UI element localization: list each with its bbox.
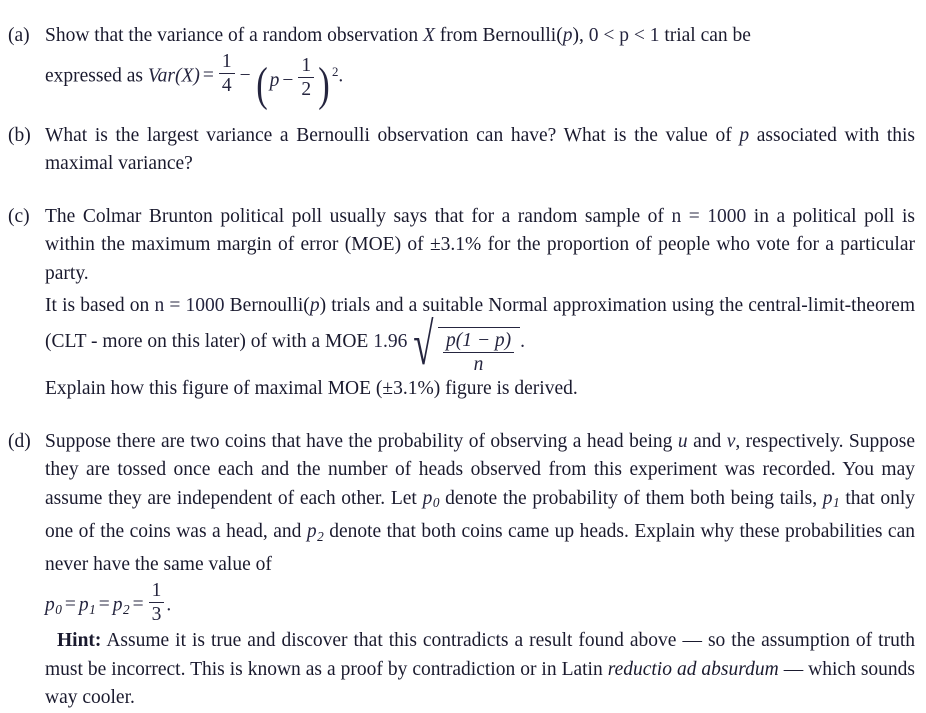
item-body-d: Suppose there are two coins that have th… bbox=[45, 428, 915, 713]
item-b-paragraph: What is the largest variance a Bernoulli… bbox=[45, 122, 915, 179]
item-a-formula-label: Var(X) bbox=[147, 65, 200, 87]
item-a-frac1-den: 4 bbox=[218, 72, 235, 96]
item-d-p2-sub: 2 bbox=[317, 528, 324, 544]
item-d-eq-p2-sub: 2 bbox=[123, 602, 130, 617]
item-c-variance-fraction: p(1 − p) n bbox=[442, 330, 515, 375]
item-c-n-equals-1000-second: n = 1000 bbox=[154, 295, 225, 317]
item-a-paren-group: (p −1 2) 2 bbox=[255, 54, 339, 111]
item-a-text-mid: from Bernoulli( bbox=[434, 25, 563, 46]
item-d-eq-p1-sub: 1 bbox=[89, 602, 96, 617]
item-c-paragraph-3: Explain how this figure of maximal MOE (… bbox=[45, 378, 578, 400]
item-d-eq-p0: p bbox=[45, 594, 55, 616]
item-label-a: (a) bbox=[8, 25, 30, 46]
item-c-moe-coefficient: 1.96 bbox=[373, 331, 408, 353]
item-d-eq-equals-3: = bbox=[132, 594, 144, 616]
item-d-hint: Hint: Assume it is true and discover tha… bbox=[45, 627, 915, 713]
item-d-para-a: Suppose there are two coins that have th… bbox=[45, 430, 678, 452]
item-a-inner-var: p bbox=[269, 69, 280, 91]
item-b-line1: What is the largest variance a Bernoulli… bbox=[45, 124, 740, 146]
item-d-eq-equals-1: = bbox=[64, 594, 76, 616]
item-c-para1-a: The Colmar Brunton political poll usuall… bbox=[45, 205, 672, 227]
item-a-text-after: trial can be bbox=[659, 25, 751, 46]
item-d-p1-sub: 1 bbox=[833, 495, 840, 511]
item-a-var-x: X bbox=[422, 25, 435, 46]
hint-label: Hint: bbox=[57, 630, 102, 651]
item-a-var-p: p bbox=[562, 25, 573, 46]
item-d-para-d: denote the probability of them both bein… bbox=[439, 487, 823, 509]
item-c-paragraph-1: The Colmar Brunton political poll usuall… bbox=[45, 203, 915, 289]
item-d-var-u: u bbox=[677, 430, 688, 452]
item-d-eq-period: . bbox=[166, 594, 172, 616]
item-d-frac-den: 3 bbox=[148, 601, 165, 625]
item-a-text-mid2: ), bbox=[572, 25, 589, 46]
item-a-line2: expressed as Var(X) = 1 4−(p −1 2) 2. bbox=[45, 50, 915, 111]
item-d-equation: p0 = p1 = p2 = 1 3. bbox=[45, 580, 915, 627]
item-c-radicand: p(1 − p) n bbox=[437, 327, 521, 375]
item-label-c: (c) bbox=[8, 205, 30, 227]
item-a-line2-prefix: expressed as bbox=[45, 65, 148, 87]
item-d-frac-num: 1 bbox=[151, 579, 162, 601]
item-a-range: 0 < p < 1 bbox=[588, 25, 660, 46]
item-d-p1: p bbox=[822, 487, 833, 509]
item-body-b: What is the largest variance a Bernoulli… bbox=[45, 122, 915, 179]
problem-item-a: (a) Show that the variance of a random o… bbox=[0, 22, 926, 111]
item-c-para2-a: It is based on bbox=[45, 295, 155, 317]
item-d-eq-p1: p bbox=[78, 594, 89, 616]
item-d-eq-p2: p bbox=[112, 594, 123, 616]
item-a-inner-minus: − bbox=[282, 69, 294, 91]
item-a-frac1-num: 1 bbox=[221, 50, 232, 72]
item-d-paragraph: Suppose there are two coins that have th… bbox=[45, 428, 915, 580]
item-c-radicand-num: p(1 − p) bbox=[445, 330, 512, 352]
item-d-p0: p bbox=[422, 487, 433, 509]
item-d-p2: p bbox=[306, 520, 317, 542]
item-c-n-equals-1000: n = 1000 bbox=[671, 205, 747, 227]
item-a-line1: Show that the variance of a random obser… bbox=[45, 22, 915, 51]
problem-item-b: (b) What is the largest variance a Berno… bbox=[0, 122, 926, 179]
item-d-eq-equals-2: = bbox=[98, 594, 110, 616]
item-d-eq-p0-sub: 0 bbox=[55, 602, 62, 617]
item-label-d: (d) bbox=[8, 430, 31, 452]
hint-latin-phrase: reductio ad absurdum bbox=[607, 658, 779, 680]
item-a-frac2-num: 1 bbox=[301, 54, 312, 76]
item-d-fraction-one-third: 13 bbox=[148, 579, 165, 625]
item-c-paragraph-2: It is based on n = 1000 Bernoulli(p) tri… bbox=[45, 288, 915, 375]
problem-item-c: (c) The Colmar Brunton political poll us… bbox=[0, 203, 926, 404]
problem-item-d: (d) Suppose there are two coins that hav… bbox=[0, 428, 926, 713]
item-c-radicand-den: n bbox=[442, 352, 515, 375]
item-a-minus: − bbox=[239, 65, 251, 87]
item-c-para2-b: Bernoulli( bbox=[224, 295, 310, 317]
item-label-b: (b) bbox=[8, 124, 31, 146]
item-a-equals: = bbox=[202, 65, 214, 87]
item-a-frac2-den: 2 bbox=[298, 76, 315, 100]
item-a-text-before: Show that the variance of a random obser… bbox=[45, 25, 423, 46]
item-d-para-b: and bbox=[687, 430, 727, 452]
item-b-line1-end: associated bbox=[749, 124, 837, 146]
item-c-square-root: √ p(1 − p) n bbox=[407, 314, 521, 375]
item-b-var-p: p bbox=[739, 124, 750, 146]
item-a-fraction-one-quarter: 14 bbox=[218, 50, 235, 96]
item-body-a: Show that the variance of a random obser… bbox=[45, 22, 915, 111]
item-a-var-label: Var(X) bbox=[148, 65, 200, 86]
item-a-period: . bbox=[338, 65, 344, 87]
item-body-c: The Colmar Brunton political poll usuall… bbox=[45, 203, 915, 404]
item-a-fraction-one-half: 12 bbox=[298, 54, 315, 100]
item-c-var-p: p bbox=[309, 295, 320, 317]
document-page: (a) Show that the variance of a random o… bbox=[0, 22, 926, 708]
item-c-period: . bbox=[520, 331, 525, 353]
